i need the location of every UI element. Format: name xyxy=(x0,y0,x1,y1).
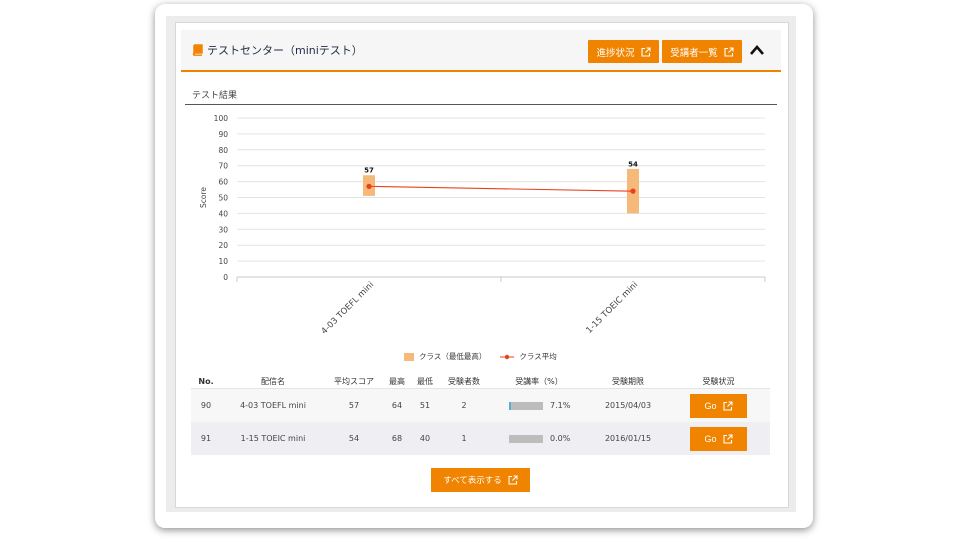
average-point xyxy=(630,188,636,194)
x-tick-label: 4-03 TOEFL mini xyxy=(320,280,377,337)
cell-count: 2 xyxy=(439,388,489,422)
col-name: 配信名 xyxy=(221,374,325,389)
y-tick-label: 70 xyxy=(218,162,228,171)
cell-max: 68 xyxy=(383,422,411,455)
cell-deadline: 2016/01/15 xyxy=(589,422,667,455)
legend-item-average: クラス平均 xyxy=(500,351,557,362)
legend-range-swatch xyxy=(404,352,414,361)
external-link-icon xyxy=(722,400,733,411)
external-link-icon xyxy=(508,475,518,485)
show-all-button[interactable]: すべて表示する xyxy=(431,468,530,492)
y-tick-label: 100 xyxy=(214,114,229,123)
students-list-button-label: 受講者一覧 xyxy=(670,47,718,59)
cell-name: 1-15 TOEIC mini xyxy=(221,422,325,455)
col-max: 最高 xyxy=(383,374,411,389)
rate-progress-bar xyxy=(509,434,543,443)
col-avg: 平均スコア xyxy=(325,374,383,389)
cell-avg: 54 xyxy=(325,422,383,455)
col-count: 受験者数 xyxy=(439,374,489,389)
cell-max: 64 xyxy=(383,388,411,422)
col-status: 受験状況 xyxy=(667,374,770,389)
average-point xyxy=(366,183,372,189)
col-rate: 受講率（%） xyxy=(489,374,589,389)
y-tick-label: 40 xyxy=(218,209,228,218)
students-list-button[interactable]: 受講者一覧 xyxy=(662,40,742,63)
section-label: テスト結果 xyxy=(192,91,238,101)
cell-count: 1 xyxy=(439,422,489,455)
table-row: 90 4-03 TOEFL mini 57 64 51 2 7.1% 2015/… xyxy=(191,388,770,422)
x-tick-label: 1-15 TOEIC mini xyxy=(584,280,640,336)
progress-button-label: 進捗状況 xyxy=(596,47,635,59)
col-deadline: 受験期限 xyxy=(589,374,667,389)
cell-avg: 57 xyxy=(325,388,383,422)
data-label: 57 xyxy=(364,167,374,175)
external-link-icon xyxy=(722,433,733,444)
results-table: No. 配信名 平均スコア 最高 最低 受験者数 受講率（%） 受験期限 受験状… xyxy=(191,374,770,455)
col-min: 最低 xyxy=(411,374,439,389)
show-all-label: すべて表示する xyxy=(443,476,502,486)
y-tick-label: 90 xyxy=(218,130,228,139)
cell-deadline: 2015/04/03 xyxy=(589,388,667,422)
legend-average-swatch xyxy=(500,354,515,359)
y-tick-label: 0 xyxy=(223,273,228,282)
panel-title-text: テストセンター（miniテスト） xyxy=(207,44,363,57)
legend-average-label: クラス平均 xyxy=(519,352,557,361)
cell-status: Go xyxy=(667,422,770,455)
go-button[interactable]: Go xyxy=(690,393,747,418)
section-divider xyxy=(185,104,777,105)
external-link-icon xyxy=(724,46,734,57)
panel-title: テストセンター（miniテスト） xyxy=(192,42,363,58)
y-tick-label: 30 xyxy=(218,225,228,234)
cell-rate: 7.1% xyxy=(489,388,589,422)
rate-text: 0.0% xyxy=(550,434,571,443)
rate-progress-bar xyxy=(509,401,543,410)
score-chart: 1009080706050403020100Score57544-03 TOEF… xyxy=(199,114,766,337)
data-label: 54 xyxy=(628,160,638,168)
go-button-label: Go xyxy=(704,433,717,444)
cell-rate: 0.0% xyxy=(489,422,589,455)
progress-button[interactable]: 進捗状況 xyxy=(588,40,659,63)
go-button-label: Go xyxy=(704,400,717,411)
legend-range-label: クラス（最低最高） xyxy=(419,352,487,361)
y-tick-label: 60 xyxy=(218,178,228,187)
cell-no: 91 xyxy=(191,422,221,455)
average-line xyxy=(368,185,634,192)
y-tick-label: 20 xyxy=(218,241,228,250)
y-tick-label: 10 xyxy=(218,257,228,266)
col-no: No. xyxy=(191,374,221,389)
cell-min: 40 xyxy=(411,422,439,455)
table-row: 91 1-15 TOEIC mini 54 68 40 1 0.0% 2016/… xyxy=(191,422,770,455)
cell-status: Go xyxy=(667,388,770,422)
y-tick-label: 50 xyxy=(218,194,228,203)
book-icon xyxy=(192,44,203,56)
chart-legend: クラス（最低最高） クラス平均 xyxy=(404,351,557,362)
y-tick-label: 80 xyxy=(218,146,228,155)
cell-name: 4-03 TOEFL mini xyxy=(221,388,325,422)
external-link-icon xyxy=(640,46,651,57)
rate-progress-fill xyxy=(509,401,512,410)
go-button[interactable]: Go xyxy=(690,426,747,451)
cell-no: 90 xyxy=(191,388,221,422)
legend-item-range: クラス（最低最高） xyxy=(404,351,486,362)
rate-text: 7.1% xyxy=(550,401,571,410)
chevron-up-icon[interactable] xyxy=(749,43,765,57)
y-axis-label: Score xyxy=(199,187,208,208)
table-header-row: No. 配信名 平均スコア 最高 最低 受験者数 受講率（%） 受験期限 受験状… xyxy=(191,374,770,389)
cell-min: 51 xyxy=(411,388,439,422)
